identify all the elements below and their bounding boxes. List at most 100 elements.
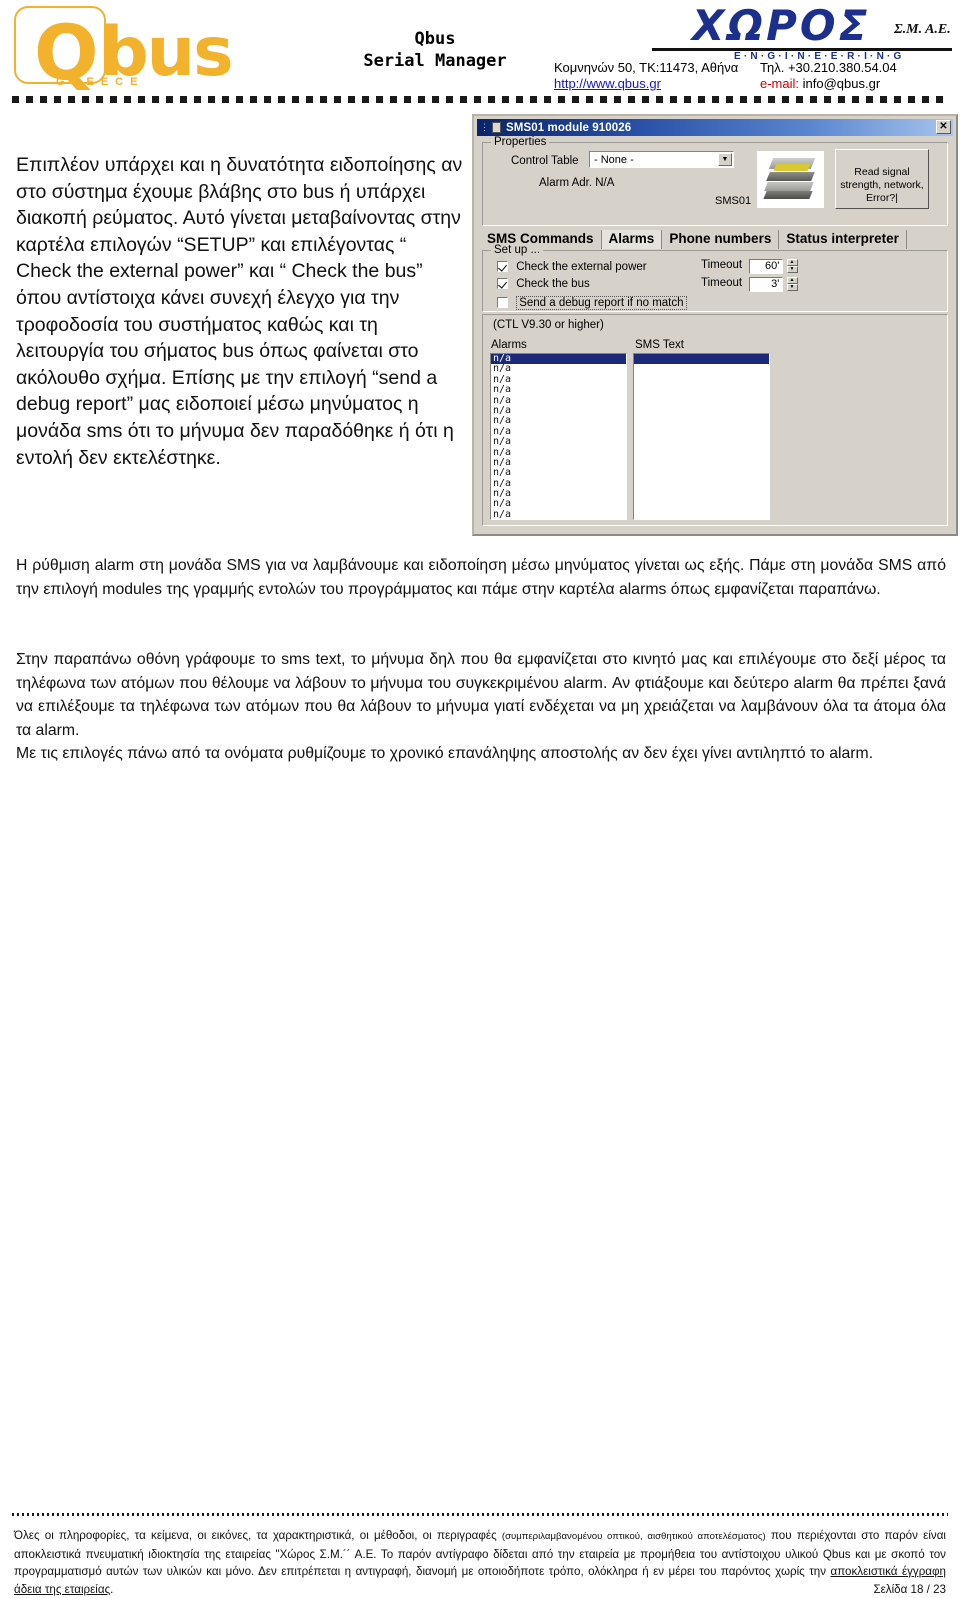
alarm-list-item[interactable]: n/a	[491, 396, 626, 406]
sms-text-list-item[interactable]	[634, 364, 769, 374]
alarm-list-item[interactable]: n/a	[491, 468, 626, 478]
tab-phone-numbers[interactable]: Phone numbers	[662, 230, 779, 249]
sms-text-list-item[interactable]	[634, 375, 769, 385]
checkbox-checked-icon[interactable]	[497, 278, 508, 289]
checkbox-send-debug-report[interactable]: Send a debug report if no match	[497, 297, 687, 310]
company-email-group: e-mail: info@qbus.gr	[760, 76, 880, 92]
alarm-list-item[interactable]: n/a	[491, 416, 626, 426]
alarm-list-item[interactable]: n/a	[491, 364, 626, 374]
alarm-list-item[interactable]: n/a	[491, 437, 626, 447]
window-grip-icon: ⋮	[480, 123, 492, 132]
sms-text-list-item[interactable]	[634, 510, 769, 520]
footer-dotted-divider	[12, 1513, 948, 1516]
intro-paragraph: Επιπλέον υπάρχει και η δυνατότητα ειδοπο…	[16, 152, 464, 471]
control-table-dropdown[interactable]: - None - ▼	[589, 151, 734, 168]
paragraph-alarm-setup: Η ρύθμιση alarm στη μονάδα SMS για να λα…	[16, 554, 946, 601]
checkbox-check-external-power[interactable]: Check the external power	[497, 261, 647, 274]
setup-groupbox: Set up ... Check the external power Chec…	[482, 250, 948, 312]
footer-disclaimer: Όλες οι πληροφορίες, τα κείμενα, οι εικό…	[14, 1527, 946, 1598]
checkbox-check-bus[interactable]: Check the bus	[497, 278, 590, 291]
timeout-field-1[interactable]: Timeout 60' ▲▼	[701, 259, 798, 274]
timeout-spinner-1[interactable]: ▲▼	[787, 259, 798, 274]
chevron-down-icon[interactable]: ▼	[718, 153, 732, 166]
sms-text-list-item[interactable]	[634, 479, 769, 489]
timeout-field-2[interactable]: Timeout 3' ▲▼	[701, 277, 798, 292]
alarm-list-item[interactable]: n/a	[491, 489, 626, 499]
paragraph-sms-text-usage: Στην παραπάνω οθόνη γράφουμε το sms text…	[16, 648, 946, 766]
footer-line-4c: .	[110, 1583, 113, 1596]
timeout-input-1[interactable]: 60'	[749, 259, 783, 274]
sms01-module-window: ⋮ SMS01 module 910026 ✕ Properties Contr…	[472, 114, 958, 536]
alarm-list-item[interactable]: n/a	[491, 375, 626, 385]
alarm-list-item[interactable]: n/a	[491, 354, 626, 364]
module-photo	[757, 151, 824, 208]
xoros-wordmark: ΧΩΡΟΣ	[692, 6, 870, 46]
sms-text-list-item[interactable]	[634, 437, 769, 447]
company-email-link[interactable]: info@qbus.gr	[803, 76, 881, 91]
company-website-link[interactable]: http://www.qbus.gr	[554, 76, 661, 92]
xoros-legal-suffix: Σ.Μ. Α.Ε.	[894, 22, 951, 38]
sms-text-list-item[interactable]	[634, 396, 769, 406]
read-signal-strength-button[interactable]: Read signal strength, network, Error?|	[835, 149, 929, 209]
sms-text-list-item[interactable]	[634, 468, 769, 478]
alarm-list-item[interactable]: n/a	[491, 510, 626, 520]
alarms-listbox[interactable]: n/an/an/an/an/an/an/an/an/an/an/an/an/an…	[490, 353, 627, 520]
sms-text-list-item[interactable]	[634, 385, 769, 395]
close-icon[interactable]: ✕	[936, 120, 951, 134]
sms-text-list-item[interactable]	[634, 448, 769, 458]
alarm-list-item[interactable]: n/a	[491, 448, 626, 458]
header-dotted-divider	[12, 96, 948, 103]
control-table-label: Control Table	[511, 155, 579, 167]
window-app-icon	[492, 122, 501, 133]
page-number: Σελίδα 18 / 23	[873, 1581, 946, 1598]
footer-line-1b: (συμπεριλαμβανομένου οπτικού, αισθητικού…	[502, 1531, 766, 1542]
sms-text-list-item[interactable]	[634, 458, 769, 468]
sms-text-list-item[interactable]	[634, 499, 769, 509]
window-title: SMS01 module 910026	[506, 122, 631, 134]
footer-line-1a: Όλες οι πληροφορίες, τα κείμενα, οι εικό…	[14, 1529, 502, 1542]
alarms-panel: (CTL V9.30 or higher) Alarms SMS Text n/…	[482, 314, 948, 526]
setup-group-label: Set up ...	[491, 244, 543, 256]
alarm-list-item[interactable]: n/a	[491, 406, 626, 416]
module-image-caption: SMS01	[715, 195, 751, 207]
tabstrip: SMS Commands Alarms Phone numbers Status…	[480, 229, 950, 249]
alarm-list-item[interactable]: n/a	[491, 458, 626, 468]
sms-text-list-item[interactable]	[634, 489, 769, 499]
alarm-list-item[interactable]: n/a	[491, 499, 626, 509]
company-phone: Τηλ. +30.210.380.54.04	[760, 60, 897, 76]
tab-alarms[interactable]: Alarms	[602, 230, 663, 249]
app-title-line-1: Qbus	[300, 28, 570, 50]
sms-text-list-item[interactable]	[634, 427, 769, 437]
window-titlebar[interactable]: ⋮ SMS01 module 910026 ✕	[477, 119, 953, 136]
timeout-label-1: Timeout	[701, 259, 742, 271]
column-header-alarms: Alarms	[491, 339, 527, 351]
paragraph-sms-text-part1: Στην παραπάνω οθόνη γράφουμε το sms text…	[16, 651, 946, 739]
ctl-version-note: (CTL V9.30 or higher)	[493, 319, 604, 331]
page-header: Q bus GREECE Qbus Serial Manager ΧΩΡΟΣ Σ…	[0, 0, 960, 108]
sms-text-listbox[interactable]	[633, 353, 770, 520]
alarm-address-label: Alarm Adr. N/A	[539, 177, 614, 189]
checkbox-checked-icon[interactable]	[497, 261, 508, 272]
checkbox-label-check-bus: Check the bus	[516, 278, 590, 290]
sms-text-list-item[interactable]	[634, 354, 769, 364]
timeout-label-2: Timeout	[701, 277, 742, 289]
tab-status-interpreter[interactable]: Status interpreter	[779, 230, 907, 249]
checkbox-unchecked-icon[interactable]	[497, 297, 508, 308]
alarm-list-item[interactable]: n/a	[491, 427, 626, 437]
column-header-sms-text: SMS Text	[635, 339, 684, 351]
paragraph-sms-text-part2: Με τις επιλογές πάνω από τα ονόματα ρυθμ…	[16, 745, 873, 762]
email-label: e-mail:	[760, 76, 799, 91]
sms-text-list-item[interactable]	[634, 406, 769, 416]
timeout-input-2[interactable]: 3'	[749, 277, 783, 292]
alarm-list-item[interactable]: n/a	[491, 385, 626, 395]
checkbox-label-external-power: Check the external power	[516, 261, 646, 273]
module-photo-shape	[765, 158, 815, 200]
timeout-spinner-2[interactable]: ▲▼	[787, 277, 798, 292]
sms-text-list-item[interactable]	[634, 416, 769, 426]
footer-line-4a: διανομή με οποιοδήποτε τρόπο, ολόκληρα ή…	[416, 1565, 831, 1578]
alarm-list-item[interactable]: n/a	[491, 479, 626, 489]
company-address: Κομνηνών 50, ΤΚ:11473, Αθήνα	[554, 60, 738, 76]
document-app-title: Qbus Serial Manager	[300, 28, 570, 72]
properties-group-label: Properties	[491, 136, 549, 148]
logo-subtitle-greece: GREECE	[56, 76, 144, 88]
